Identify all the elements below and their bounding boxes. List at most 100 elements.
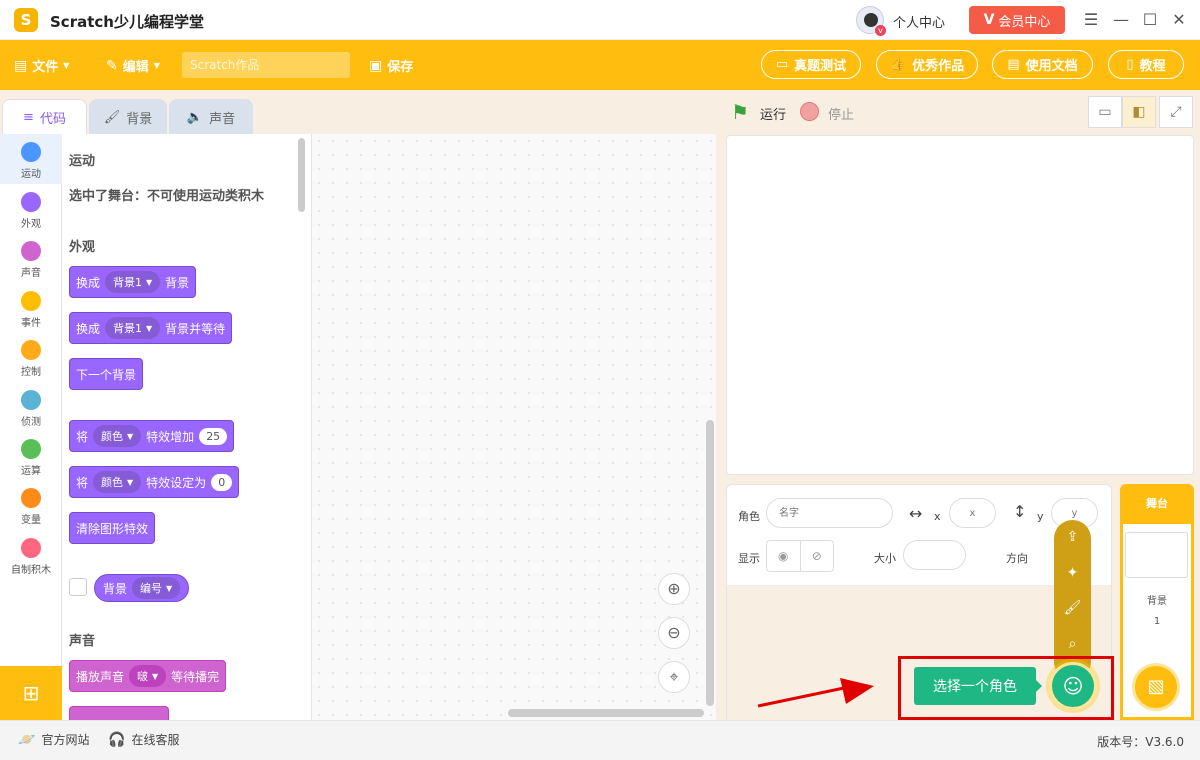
horizontal-arrows-icon: ↔	[909, 504, 923, 523]
block-switch-backdrop-wait[interactable]: 换成 背景1 ▼ 背景并等待	[69, 312, 233, 344]
visibility-toggle[interactable]: ◉ ⊘	[766, 540, 834, 572]
avatar[interactable]: v	[856, 6, 886, 36]
eye-off-icon[interactable]: ⊘	[801, 541, 834, 571]
upload-sprite-icon[interactable]: ⇪	[1054, 529, 1091, 545]
category-looks[interactable]: 外观	[0, 192, 62, 230]
workspace-horizontal-scrollbar[interactable]	[508, 709, 704, 717]
surprise-icon[interactable]: ✦	[1054, 565, 1091, 581]
add-backdrop-button[interactable]: ▧	[1132, 663, 1180, 711]
tab-backdrop[interactable]: 🖌 背景	[89, 99, 167, 135]
tab-sound[interactable]: 🔈 声音	[169, 99, 253, 135]
dropdown-value: 背景1	[113, 322, 143, 335]
backdrop-dropdown[interactable]: 背景1 ▼	[105, 271, 161, 293]
add-extension-button[interactable]: ⊞	[0, 666, 62, 720]
category-control[interactable]: 控制	[0, 340, 62, 378]
category-dot	[21, 192, 41, 212]
block-next-backdrop[interactable]: 下一个背景	[69, 358, 144, 390]
category-sound[interactable]: 声音	[0, 241, 62, 279]
block-text: 换成	[76, 321, 101, 336]
vip-center-button[interactable]: V 会员中心	[969, 6, 1065, 34]
user-center-link[interactable]: 个人中心	[893, 12, 945, 31]
effect-dropdown[interactable]: 颜色 ▼	[93, 471, 142, 493]
category-dot	[21, 291, 41, 311]
category-dot	[21, 488, 41, 508]
dropdown-value: 颜色	[101, 430, 124, 443]
small-stage-icon[interactable]: ▭	[1088, 96, 1122, 128]
block-change-effect[interactable]: 将颜色 ▼ 特效增加 25	[69, 420, 235, 452]
category-variables[interactable]: 变量	[0, 488, 62, 526]
official-website-link[interactable]: 🪐 官方网站	[18, 731, 89, 748]
sprite-name-input[interactable]	[766, 498, 893, 528]
stop-icon[interactable]	[800, 102, 819, 121]
backdrop-attribute-dropdown[interactable]: 编号 ▼	[132, 577, 181, 599]
support-label: 在线客服	[131, 733, 180, 747]
close-icon[interactable]: ✕	[1169, 10, 1189, 30]
edit-menu[interactable]: ✎ 编辑 ▼	[106, 56, 160, 76]
effect-dropdown[interactable]: 颜色 ▼	[93, 425, 142, 447]
menu-icon[interactable]: ☰	[1081, 10, 1101, 30]
showcase-button[interactable]: 👍 优秀作品	[876, 50, 978, 79]
block-play-sound-until-done[interactable]: 播放声音啵 ▼ 等待播完	[69, 660, 227, 692]
save-label: 保存	[387, 60, 414, 75]
category-sensing[interactable]: 侦测	[0, 390, 62, 428]
zoom-reset-icon[interactable]: ⌖	[658, 661, 690, 693]
large-stage-icon[interactable]: ◧	[1122, 96, 1156, 128]
exam-test-button[interactable]: ▭ 真题测试	[761, 50, 861, 79]
exam-test-label: 真题测试	[794, 59, 847, 74]
minimize-icon[interactable]: —	[1111, 10, 1131, 30]
project-name-input[interactable]	[182, 52, 350, 78]
size-label: 大小	[874, 552, 896, 565]
category-dot	[21, 538, 41, 558]
category-label: 侦测	[21, 417, 41, 428]
tab-backdrop-label: 背景	[126, 111, 153, 127]
green-flag-icon[interactable]: ⚑	[731, 100, 749, 124]
docs-button[interactable]: ▤ 使用文档	[992, 50, 1093, 79]
zoom-in-icon[interactable]: ⊕	[658, 573, 690, 605]
block-switch-backdrop[interactable]: 换成 背景1 ▼ 背景	[69, 266, 197, 298]
category-motion[interactable]: 运动	[0, 134, 62, 184]
caret-down-icon: ▼	[166, 583, 173, 593]
block-sound-partial[interactable]	[69, 706, 169, 720]
file-menu[interactable]: ▤ 文件 ▼	[14, 56, 69, 76]
search-icon[interactable]: ⌕	[1054, 636, 1091, 652]
backdrop-dropdown[interactable]: 背景1 ▼	[105, 317, 161, 339]
x-input[interactable]	[949, 498, 996, 528]
category-label: 外观	[21, 219, 41, 230]
section-title-motion: 运动	[69, 154, 96, 169]
online-support-link[interactable]: 🎧 在线客服	[108, 731, 179, 748]
palette-scrollbar[interactable]	[298, 138, 305, 212]
number-input[interactable]: 25	[199, 427, 228, 445]
size-input[interactable]	[903, 540, 966, 570]
stage-canvas[interactable]	[726, 135, 1194, 475]
paint-icon[interactable]: 🖌	[1054, 600, 1091, 616]
maximize-icon[interactable]: ☐	[1140, 10, 1160, 30]
show-label: 显示	[738, 552, 760, 565]
zoom-out-icon[interactable]: ⊖	[658, 617, 690, 649]
category-my-blocks[interactable]: 自制积木	[0, 538, 62, 576]
direction-label: 方向	[1006, 552, 1028, 565]
dropdown-value: 编号	[140, 582, 163, 595]
block-set-effect[interactable]: 将颜色 ▼ 特效设定为 0	[69, 466, 240, 498]
block-text: 特效增加	[146, 429, 195, 444]
save-button[interactable]: ▣ 保存	[369, 56, 414, 76]
category-label: 控制	[21, 367, 41, 378]
tutorial-button[interactable]: ▯ 教程	[1108, 50, 1184, 79]
red-arrow-annotation	[757, 678, 874, 708]
fullscreen-icon[interactable]: ⤢	[1159, 96, 1193, 128]
stop-label[interactable]: 停止	[828, 104, 854, 123]
block-backdrop-reporter[interactable]: 背景 编号 ▼	[94, 574, 190, 602]
stage-thumbnail[interactable]	[1125, 532, 1188, 578]
category-events[interactable]: 事件	[0, 291, 62, 329]
y-label: y	[1037, 510, 1044, 523]
workspace-vertical-scrollbar[interactable]	[706, 420, 714, 706]
block-text: 播放声音	[76, 669, 125, 684]
number-input[interactable]: 0	[211, 473, 233, 491]
category-operators[interactable]: 运算	[0, 439, 62, 477]
run-label[interactable]: 运行	[760, 104, 786, 123]
tab-code[interactable]: ≡ 代码	[2, 99, 87, 135]
reporter-checkbox[interactable]	[69, 578, 87, 596]
code-workspace[interactable]	[312, 134, 716, 720]
sound-dropdown[interactable]: 啵 ▼	[129, 665, 167, 687]
eye-icon[interactable]: ◉	[767, 541, 801, 571]
block-clear-effects[interactable]: 清除图形特效	[69, 512, 156, 544]
